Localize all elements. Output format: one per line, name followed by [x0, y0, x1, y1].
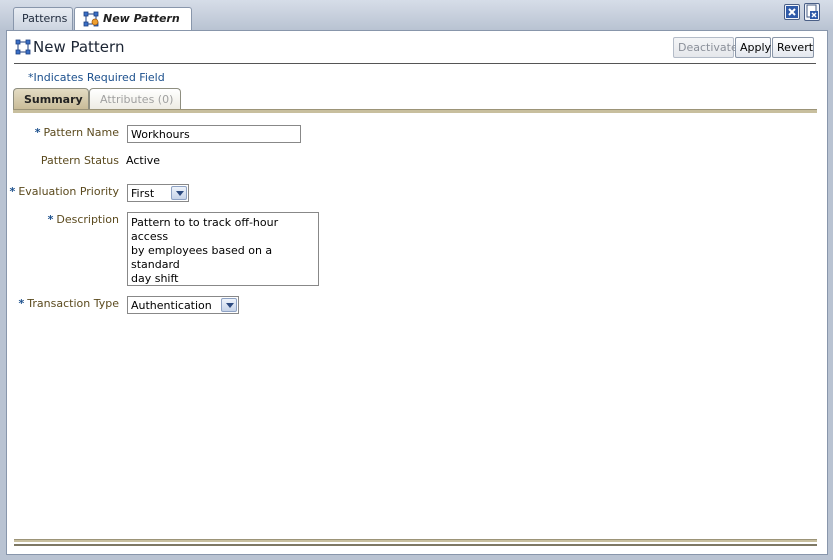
label-text: Transaction Type [27, 297, 119, 310]
pattern-icon [83, 11, 99, 30]
label-text: Pattern Name [43, 126, 119, 139]
doc-tab-patterns[interactable]: Patterns [13, 7, 73, 30]
tab-label: Attributes (0) [100, 93, 174, 106]
label-text: Description [56, 213, 119, 226]
close-all-icon[interactable] [804, 3, 820, 21]
pattern-status-label: Pattern Status [40, 154, 119, 167]
required-marker: * [47, 213, 54, 226]
doc-tab-label: Patterns [22, 12, 68, 25]
required-marker: * [34, 126, 41, 139]
doc-tab-label: New Pattern [103, 12, 180, 25]
required-marker: * [9, 185, 16, 198]
description-textarea[interactable]: Pattern to to track off-hour access by e… [127, 212, 319, 286]
tab-summary[interactable]: Summary [13, 88, 89, 109]
pattern-name-label: * Pattern Name [9, 126, 119, 139]
close-tab-icon[interactable] [784, 4, 800, 20]
main-panel: New Pattern Deactivate Apply Revert *Ind… [6, 30, 828, 555]
header-divider [14, 63, 816, 64]
transaction-type-select[interactable]: Authentication [127, 296, 239, 314]
chevron-down-icon [221, 298, 237, 312]
footer-divider [14, 539, 817, 542]
footer-divider-dark [14, 544, 817, 546]
tab-label: Summary [24, 93, 83, 106]
deactivate-button[interactable]: Deactivate [673, 37, 738, 58]
chevron-down-icon [171, 186, 187, 200]
subtab-bar: Summary Attributes (0) [13, 88, 823, 110]
revert-button[interactable]: Revert [772, 37, 814, 58]
select-value: First [131, 187, 155, 200]
input-value: Workhours [131, 128, 190, 141]
document-tab-bar: Patterns New Pattern [0, 0, 833, 30]
subtab-divider [13, 109, 817, 113]
pattern-icon [15, 39, 31, 58]
description-label: * Description [9, 213, 119, 226]
label-text: Evaluation Priority [18, 185, 119, 198]
required-field-note: *Indicates Required Field [28, 71, 165, 84]
pattern-name-input[interactable]: Workhours [127, 125, 301, 143]
required-marker: * [18, 297, 25, 310]
pattern-status-value: Active [126, 154, 161, 167]
select-value: Authentication [131, 299, 212, 312]
transaction-type-label: * Transaction Type [9, 297, 119, 310]
apply-button[interactable]: Apply [735, 37, 771, 58]
page-title: New Pattern [33, 38, 125, 56]
doc-tab-new-pattern[interactable]: New Pattern [74, 7, 192, 30]
tab-attributes[interactable]: Attributes (0) [89, 88, 181, 109]
evaluation-priority-select[interactable]: First [127, 184, 189, 202]
evaluation-priority-label: * Evaluation Priority [9, 185, 119, 198]
